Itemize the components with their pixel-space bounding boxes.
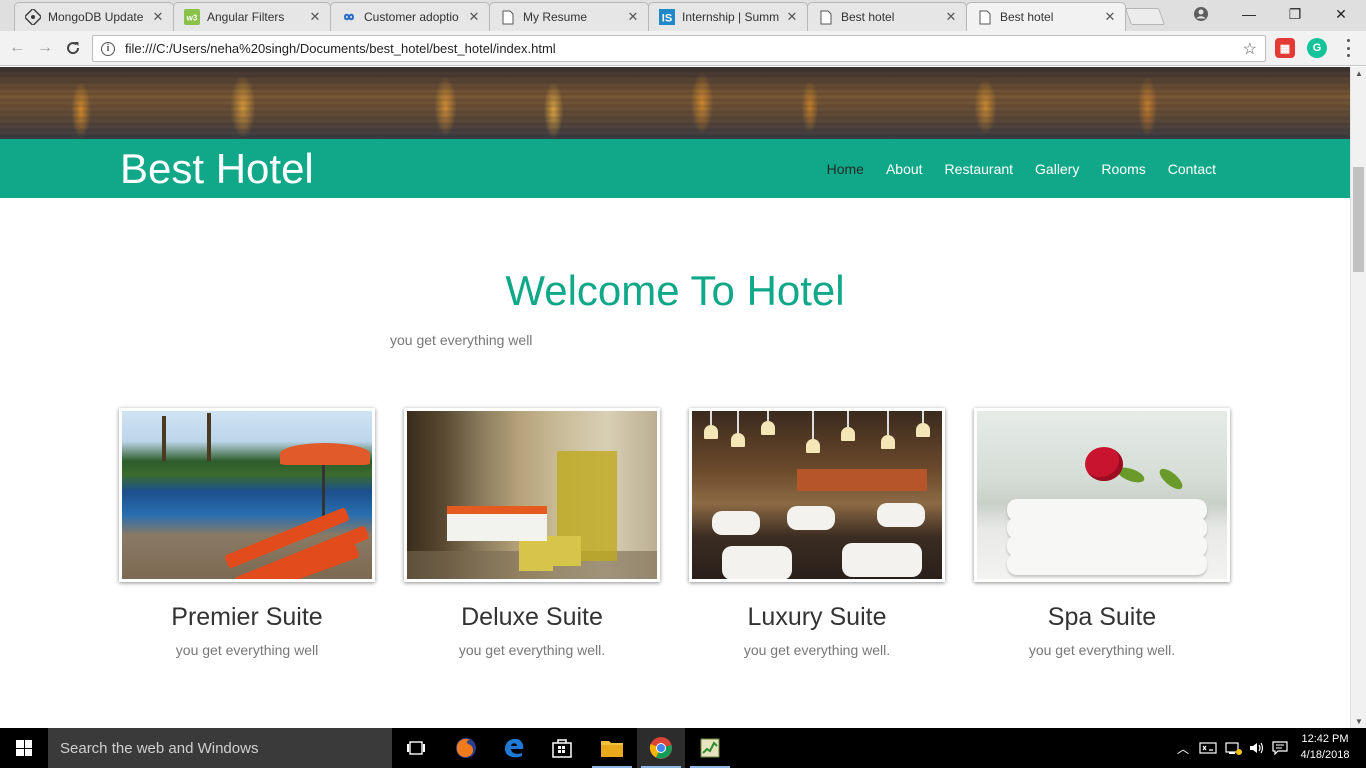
restore-icon[interactable]: ❐: [1272, 0, 1318, 28]
close-tab-icon[interactable]: ✕: [785, 9, 799, 25]
tab-customer-adoption[interactable]: Customer adoptio ✕: [330, 2, 490, 31]
taskbar-search[interactable]: Search the web and Windows: [48, 728, 392, 768]
clock-time: 12:42 PM: [1301, 733, 1349, 745]
suite-name: Deluxe Suite: [461, 603, 603, 631]
bookmark-star-icon[interactable]: ☆: [1243, 39, 1257, 59]
extension-icon[interactable]: ▦: [1275, 38, 1295, 58]
nav-restaurant[interactable]: Restaurant: [945, 161, 1013, 177]
tab-title: Best hotel: [1000, 10, 1054, 24]
welcome-heading: Welcome To Hotel: [505, 267, 845, 314]
close-window-icon[interactable]: ✕: [1318, 0, 1364, 28]
url-text[interactable]: file:///C:/Users/neha%20singh/Documents/…: [125, 41, 1243, 56]
tab-title: MongoDB Update: [48, 10, 144, 24]
close-tab-icon[interactable]: ✕: [944, 9, 958, 25]
browser-tab-strip: MongoDB Update ✕ w3 Angular Filters ✕ Cu…: [0, 0, 1366, 31]
firefox-icon[interactable]: [442, 728, 490, 768]
back-icon[interactable]: ←: [6, 37, 28, 59]
minimize-icon[interactable]: —: [1226, 0, 1272, 28]
infinity-icon: [341, 9, 357, 25]
chrome-menu-icon[interactable]: [1340, 39, 1356, 57]
volume-icon[interactable]: [1246, 728, 1268, 768]
document-icon: [818, 9, 834, 25]
tab-mongodb[interactable]: MongoDB Update ✕: [14, 2, 174, 31]
tab-title: Internship | Summ: [682, 10, 780, 24]
suite-card-luxury: Luxury Suite you get everything well.: [689, 408, 945, 658]
internshala-icon: IS: [659, 9, 675, 25]
suite-photo-bedroom[interactable]: [404, 408, 660, 582]
suite-card-spa: Spa Suite you get everything well.: [974, 408, 1230, 658]
scroll-down-icon[interactable]: ▼: [1355, 717, 1363, 726]
site-info-icon[interactable]: i: [101, 41, 115, 56]
main-nav: Home About Restaurant Gallery Rooms Cont…: [805, 139, 1216, 198]
suite-photo-restaurant[interactable]: [689, 408, 945, 582]
store-icon[interactable]: [538, 728, 586, 768]
document-icon: [977, 9, 993, 25]
document-icon: [500, 9, 516, 25]
chrome-icon[interactable]: [637, 728, 685, 768]
nav-rooms[interactable]: Rooms: [1101, 161, 1145, 177]
edge-icon[interactable]: [490, 728, 538, 768]
input-method-icon[interactable]: [1196, 728, 1220, 768]
nav-home[interactable]: Home: [827, 161, 864, 177]
show-hidden-icons[interactable]: ︿: [1174, 728, 1192, 768]
hero-banner-image: [0, 67, 1350, 139]
nav-about[interactable]: About: [886, 161, 923, 177]
suite-desc: you get everything well.: [1028, 642, 1176, 658]
close-tab-icon[interactable]: ✕: [308, 9, 322, 25]
forward-icon[interactable]: →: [34, 37, 56, 59]
suite-card-deluxe: Deluxe Suite you get everything well.: [404, 408, 660, 658]
close-tab-icon[interactable]: ✕: [467, 9, 481, 25]
scrollbar-thumb[interactable]: [1353, 167, 1364, 272]
suite-desc: you get everything well.: [458, 642, 606, 658]
page-viewport: Best Hotel Home About Restaurant Gallery…: [0, 67, 1350, 728]
welcome-tagline: you get everything well: [390, 332, 533, 348]
reload-icon[interactable]: [62, 37, 84, 59]
suite-name: Premier Suite: [171, 603, 323, 631]
tab-angular-filters[interactable]: w3 Angular Filters ✕: [173, 2, 331, 31]
task-manager-icon[interactable]: [686, 728, 734, 768]
tab-best-hotel-1[interactable]: Best hotel ✕: [807, 2, 967, 31]
nav-gallery[interactable]: Gallery: [1035, 161, 1079, 177]
windows-start-icon[interactable]: [0, 728, 48, 768]
file-explorer-icon[interactable]: [588, 728, 636, 768]
site-header: Best Hotel Home About Restaurant Gallery…: [0, 139, 1350, 198]
suite-name: Luxury Suite: [747, 603, 887, 631]
suite-photo-pool[interactable]: [119, 408, 375, 582]
page-scrollbar[interactable]: ▲ ▼: [1350, 67, 1366, 728]
svg-text:IS: IS: [662, 13, 672, 25]
address-bar[interactable]: i file:///C:/Users/neha%20singh/Document…: [92, 35, 1266, 62]
new-tab-button[interactable]: [1124, 8, 1166, 25]
suite-desc: you get everything well: [175, 642, 319, 658]
network-icon[interactable]: [1222, 728, 1244, 768]
tab-title: My Resume: [523, 10, 588, 24]
clock-date: 4/18/2018: [1300, 749, 1350, 761]
nav-contact[interactable]: Contact: [1168, 161, 1216, 177]
notifications-icon[interactable]: [1270, 728, 1290, 768]
profile-icon[interactable]: [1178, 0, 1224, 28]
suite-desc: you get everything well.: [743, 642, 891, 658]
tab-title: Angular Filters: [207, 10, 285, 24]
scroll-up-icon[interactable]: ▲: [1355, 69, 1363, 78]
svg-text:w3: w3: [186, 14, 198, 23]
tab-title: Customer adoptio: [364, 10, 459, 24]
tab-internship[interactable]: IS Internship | Summ ✕: [648, 2, 808, 31]
w3schools-icon: w3: [184, 9, 200, 25]
windows-taskbar: Search the web and Windows ︿ 12:42 PM 4/…: [0, 728, 1366, 768]
grammarly-icon[interactable]: G: [1307, 38, 1327, 58]
close-tab-icon[interactable]: ✕: [151, 9, 165, 25]
suite-card-premier: Premier Suite you get everything well: [119, 408, 375, 658]
suite-name: Spa Suite: [1047, 603, 1157, 631]
tab-title: Best hotel: [841, 10, 895, 24]
taskbar-clock[interactable]: 12:42 PM 4/18/2018: [1292, 731, 1358, 763]
suite-photo-spa[interactable]: [974, 408, 1230, 582]
tab-best-hotel-active[interactable]: Best hotel ✕: [966, 2, 1126, 31]
task-view-icon[interactable]: [392, 728, 440, 768]
mongodb-icon: [25, 9, 41, 25]
tab-my-resume[interactable]: My Resume ✕: [489, 2, 649, 31]
browser-toolbar: ← → i file:///C:/Users/neha%20singh/Docu…: [0, 31, 1366, 66]
close-tab-icon[interactable]: ✕: [1103, 9, 1117, 25]
close-tab-icon[interactable]: ✕: [626, 9, 640, 25]
site-brand[interactable]: Best Hotel: [120, 145, 314, 193]
